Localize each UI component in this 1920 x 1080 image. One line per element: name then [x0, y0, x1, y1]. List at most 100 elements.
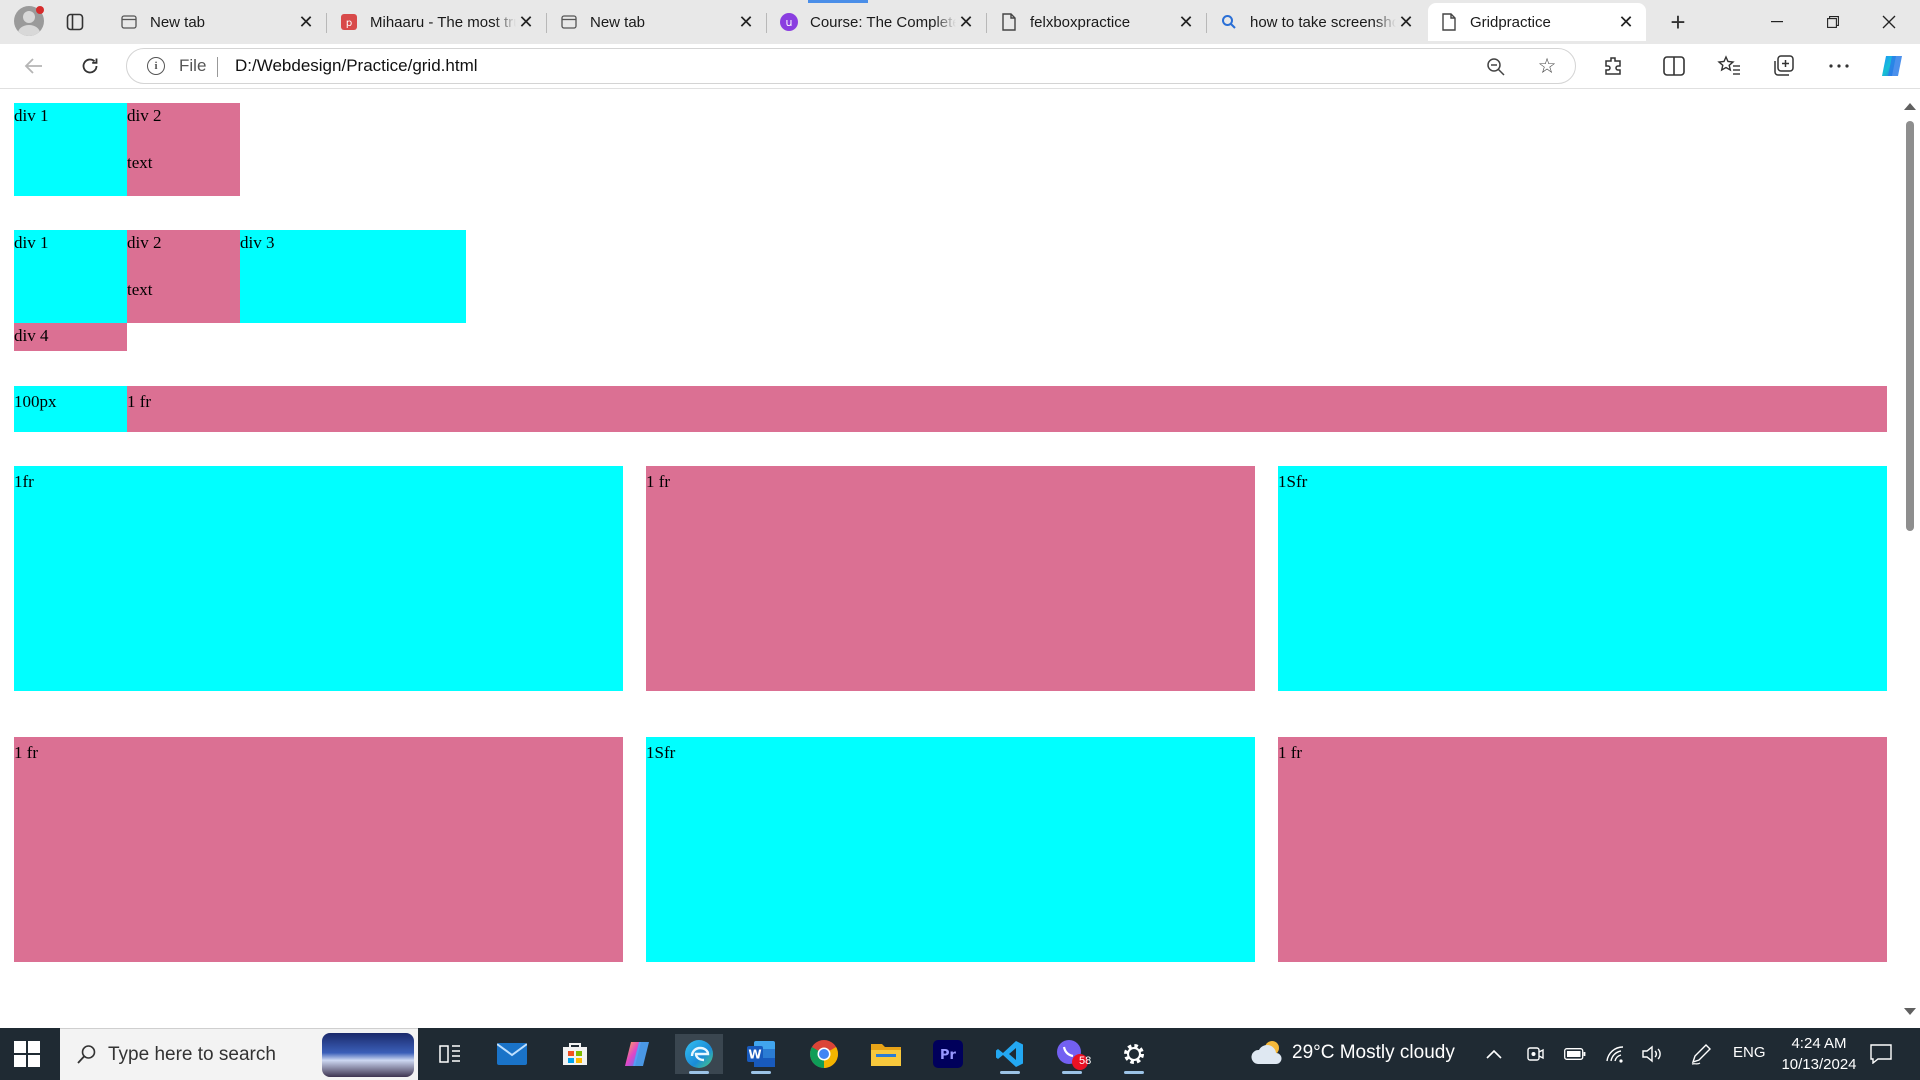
- tab-close-icon[interactable]: ✕: [956, 12, 976, 32]
- back-arrow-icon[interactable]: [20, 52, 48, 80]
- url-text[interactable]: D:/Webdesign/Practice/grid.html: [235, 56, 478, 76]
- tab-search-screenshot[interactable]: how to take screenshot ✕: [1208, 3, 1426, 41]
- tab-close-icon[interactable]: ✕: [736, 12, 756, 32]
- volume-icon[interactable]: [1641, 1042, 1665, 1066]
- copilot-app-icon[interactable]: [613, 1034, 661, 1074]
- scroll-up-arrow-icon[interactable]: [1904, 103, 1916, 110]
- svg-text:u: u: [786, 16, 793, 29]
- zoom-out-icon[interactable]: [1485, 56, 1507, 78]
- new-tab-button[interactable]: +: [1664, 7, 1692, 37]
- site-info-icon[interactable]: i: [147, 57, 165, 75]
- grid-cell: div 1: [14, 230, 127, 323]
- cell-label: div 1: [14, 106, 49, 125]
- minimize-icon[interactable]: [1749, 0, 1805, 44]
- tab-strip: New tab ✕ p Mihaaru - The most trusted ✕…: [0, 0, 1920, 44]
- meet-now-icon[interactable]: [1523, 1042, 1547, 1066]
- tab-close-icon[interactable]: ✕: [1176, 12, 1196, 32]
- extensions-icon[interactable]: [1600, 52, 1628, 80]
- cell-label: div 1: [14, 233, 49, 252]
- windows-start-icon[interactable]: [14, 1041, 40, 1067]
- more-options-icon[interactable]: [1825, 52, 1853, 80]
- clock-time: 4:24 AM: [1791, 1035, 1847, 1052]
- notification-icon[interactable]: [1868, 1041, 1894, 1067]
- scroll-down-arrow-icon[interactable]: [1904, 1008, 1916, 1015]
- close-window-icon[interactable]: [1861, 0, 1917, 44]
- grid-two-columns: div 1 div 2 text: [14, 103, 240, 196]
- store-icon[interactable]: [551, 1034, 599, 1074]
- edge-icon[interactable]: [675, 1034, 723, 1074]
- tab-course[interactable]: u Course: The Complete Web ✕: [768, 3, 987, 41]
- cell-label: div 2: [127, 106, 162, 125]
- language-indicator[interactable]: ENG: [1733, 1044, 1766, 1061]
- grid-auto-rows: div 1 div 2 text div 3 div 4: [14, 230, 466, 351]
- wifi-icon[interactable]: [1603, 1042, 1627, 1066]
- viber-icon[interactable]: 58: [1048, 1034, 1096, 1074]
- grid-cell: 1Sfr: [1278, 466, 1887, 691]
- taskbar-clock[interactable]: 4:24 AM 10/13/2024: [1772, 1033, 1866, 1075]
- search-icon: [1220, 13, 1238, 31]
- tab-close-icon[interactable]: ✕: [516, 12, 536, 32]
- cell-label: 100px: [14, 392, 57, 411]
- vscode-icon[interactable]: [986, 1034, 1034, 1074]
- tab-title: New tab: [150, 13, 206, 31]
- cell-label: div 4: [14, 326, 49, 345]
- grid-cell: div 2 text: [127, 103, 240, 196]
- collections-icon[interactable]: [1770, 52, 1798, 80]
- tab-close-icon[interactable]: ✕: [1396, 12, 1416, 32]
- pen-icon[interactable]: [1689, 1042, 1713, 1066]
- weather-cloud-icon[interactable]: [1250, 1038, 1284, 1070]
- tab-separator: [546, 13, 547, 33]
- grid-cell: 1 fr: [646, 466, 1255, 691]
- taskbar-search-box[interactable]: Type here to search: [60, 1028, 418, 1080]
- address-bar[interactable]: i File D:/Webdesign/Practice/grid.html ☆: [126, 48, 1576, 84]
- weather-text[interactable]: 29°C Mostly cloudy: [1292, 1042, 1455, 1064]
- refresh-icon[interactable]: [76, 52, 104, 80]
- cell-label: 1 fr: [1278, 743, 1303, 762]
- svg-text:p: p: [346, 18, 352, 29]
- tab-mihaaru[interactable]: p Mihaaru - The most trusted ✕: [328, 3, 547, 41]
- tab-title: felxboxpractice: [1030, 13, 1131, 31]
- cell-label: div 2: [127, 233, 162, 252]
- tab-new-tab-1[interactable]: New tab ✕: [108, 3, 327, 41]
- viber-badge: 58: [1079, 1055, 1092, 1067]
- battery-icon[interactable]: [1563, 1042, 1587, 1066]
- address-divider: [217, 57, 218, 77]
- tab-separator: [766, 13, 767, 33]
- grid-cell: 1 fr: [1278, 737, 1887, 962]
- svg-text:W: W: [748, 1048, 761, 1062]
- cell-label: 1 fr: [646, 472, 671, 491]
- tab-close-icon[interactable]: ✕: [296, 12, 316, 32]
- copilot-icon[interactable]: [1878, 52, 1906, 80]
- cell-label: 1 fr: [14, 743, 39, 762]
- premiere-icon[interactable]: Pr: [924, 1034, 972, 1074]
- task-view-icon[interactable]: [426, 1034, 474, 1074]
- grid-cell: 1fr: [14, 466, 623, 691]
- newtab-icon: [560, 13, 578, 31]
- cell-label: 1Sfr: [646, 743, 676, 762]
- cell-label: 1 fr: [127, 392, 152, 411]
- tab-new-tab-2[interactable]: New tab ✕: [548, 3, 767, 41]
- settings-icon[interactable]: [1110, 1034, 1158, 1074]
- grid-cell: 100px: [14, 386, 127, 432]
- mail-icon[interactable]: [488, 1034, 536, 1074]
- vertical-scrollbar[interactable]: [1900, 89, 1920, 1027]
- chevron-up-icon[interactable]: [1482, 1042, 1506, 1066]
- file-explorer-icon[interactable]: [862, 1034, 910, 1074]
- search-placeholder: Type here to search: [108, 1044, 276, 1065]
- tab-flexbox-practice[interactable]: felxboxpractice ✕: [988, 3, 1207, 41]
- chrome-icon[interactable]: [800, 1034, 848, 1074]
- restore-icon[interactable]: [1805, 0, 1861, 44]
- scrollbar-thumb[interactable]: [1906, 121, 1914, 531]
- tab-close-icon[interactable]: ✕: [1616, 12, 1636, 32]
- page-viewport: div 1 div 2 text div 1 div 2 text div 3 di…: [0, 89, 1920, 1027]
- favorite-star-icon[interactable]: ☆: [1535, 54, 1559, 78]
- word-icon[interactable]: W: [737, 1034, 785, 1074]
- tab-separator: [326, 13, 327, 33]
- split-screen-icon[interactable]: [1660, 52, 1688, 80]
- tab-gridpractice[interactable]: Gridpractice ✕: [1428, 3, 1646, 41]
- cell-label: div 3: [240, 233, 275, 252]
- tab-actions-icon[interactable]: [64, 11, 86, 33]
- svg-text:Pr: Pr: [940, 1048, 957, 1063]
- favorites-icon[interactable]: [1715, 52, 1743, 80]
- document-icon: [1440, 13, 1458, 31]
